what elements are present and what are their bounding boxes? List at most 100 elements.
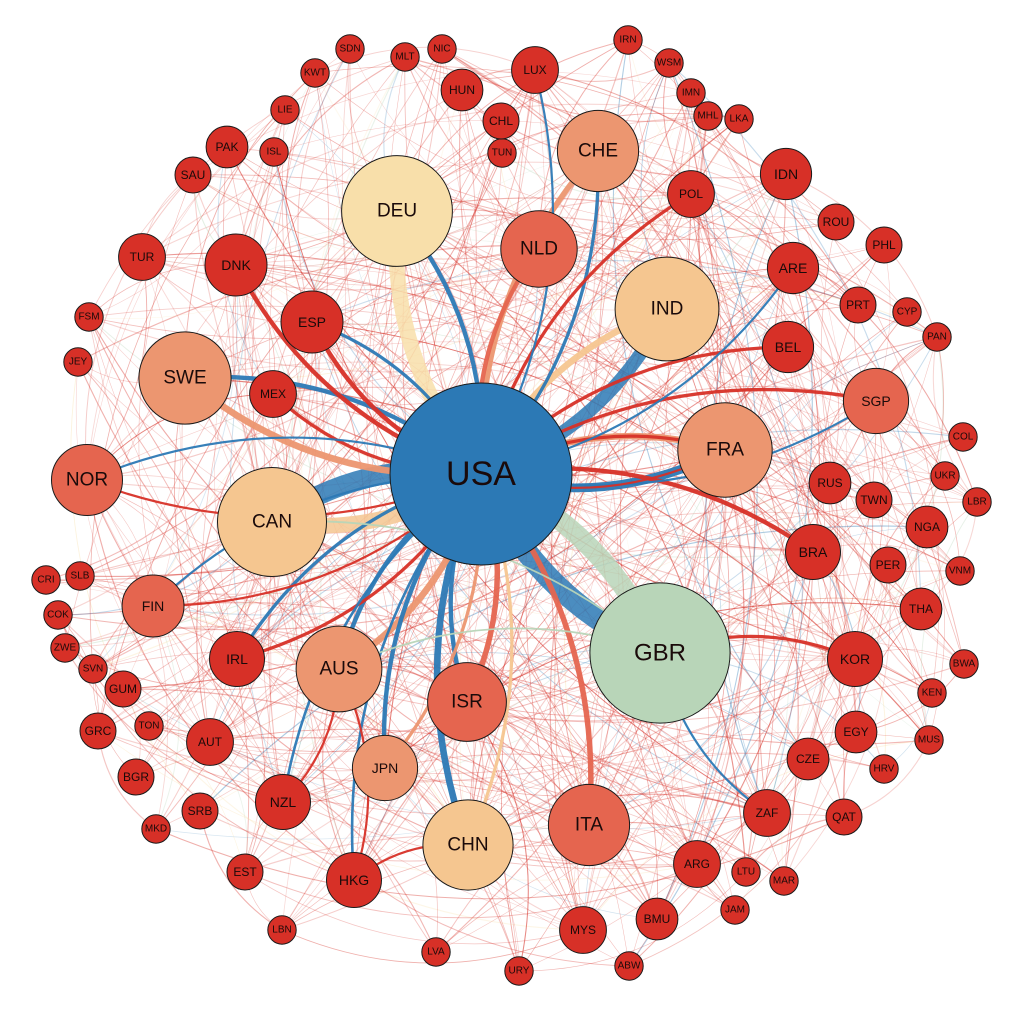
node-circle[interactable] <box>945 556 975 586</box>
node-circle[interactable] <box>556 109 640 193</box>
node-circle[interactable] <box>427 34 457 64</box>
node-circle[interactable] <box>559 906 607 954</box>
node-circle[interactable] <box>341 155 453 267</box>
node-mkd[interactable]: MKD <box>141 814 171 844</box>
node-circle[interactable] <box>676 78 706 108</box>
node-circle[interactable] <box>186 718 234 766</box>
node-circle[interactable] <box>825 798 863 836</box>
node-circle[interactable] <box>677 402 773 498</box>
node-mus[interactable]: MUS <box>914 725 944 755</box>
node-chn[interactable]: CHN <box>422 799 514 891</box>
node-tun[interactable]: TUN <box>487 138 517 168</box>
node-nor[interactable]: NOR <box>51 444 123 516</box>
node-cok[interactable]: COK <box>43 600 73 630</box>
node-pan[interactable]: PAN <box>922 322 952 352</box>
node-zwe[interactable]: ZWE <box>50 633 80 663</box>
node-circle[interactable] <box>785 524 841 580</box>
node-circle[interactable] <box>922 322 952 352</box>
node-circle[interactable] <box>673 840 721 888</box>
node-circle[interactable] <box>174 156 212 194</box>
node-rou[interactable]: ROU <box>817 203 855 241</box>
node-circle[interactable] <box>280 290 344 354</box>
node-esp[interactable]: ESP <box>280 290 344 354</box>
node-lva[interactable]: LVA <box>421 937 451 967</box>
node-lka[interactable]: LKA <box>724 104 754 134</box>
node-circle[interactable] <box>500 210 578 288</box>
node-circle[interactable] <box>865 226 903 264</box>
node-chl[interactable]: CHL <box>482 102 520 140</box>
node-circle[interactable] <box>104 670 142 708</box>
node-est[interactable]: EST <box>226 853 264 891</box>
node-circle[interactable] <box>421 937 451 967</box>
node-bmu[interactable]: BMU <box>635 897 679 941</box>
node-tur[interactable]: TUR <box>118 233 166 281</box>
node-circle[interactable] <box>31 565 61 595</box>
node-circle[interactable] <box>720 895 750 925</box>
node-circle[interactable] <box>117 758 155 796</box>
node-imn[interactable]: IMN <box>676 78 706 108</box>
node-bwa[interactable]: BWA <box>949 649 979 679</box>
node-sau[interactable]: SAU <box>174 156 212 194</box>
node-circle[interactable] <box>613 25 643 55</box>
node-tha[interactable]: THA <box>899 587 943 631</box>
node-swe[interactable]: SWE <box>138 331 232 425</box>
node-lbr[interactable]: LBR <box>962 487 992 517</box>
node-bra[interactable]: BRA <box>785 524 841 580</box>
node-circle[interactable] <box>78 654 108 684</box>
node-circle[interactable] <box>808 461 852 505</box>
node-fra[interactable]: FRA <box>677 402 773 498</box>
node-circle[interactable] <box>63 347 93 377</box>
node-idn[interactable]: IDN <box>759 147 813 201</box>
node-circle[interactable] <box>905 505 949 549</box>
node-svn[interactable]: SVN <box>78 654 108 684</box>
node-circle[interactable] <box>482 102 520 140</box>
node-circle[interactable] <box>892 297 922 327</box>
node-lbn[interactable]: LBN <box>267 915 297 945</box>
node-zaf[interactable]: ZAF <box>743 789 791 837</box>
node-vnm[interactable]: VNM <box>945 556 975 586</box>
node-circle[interactable] <box>141 814 171 844</box>
node-hrv[interactable]: HRV <box>869 754 899 784</box>
node-sgp[interactable]: SGP <box>842 367 910 435</box>
node-isl[interactable]: ISL <box>259 137 289 167</box>
node-circle[interactable] <box>817 203 855 241</box>
node-circle[interactable] <box>743 789 791 837</box>
node-fsm[interactable]: FSM <box>74 302 104 332</box>
node-twn[interactable]: TWN <box>855 481 893 519</box>
node-circle[interactable] <box>731 857 761 887</box>
node-circle[interactable] <box>948 422 978 452</box>
node-circle[interactable] <box>440 68 484 112</box>
node-circle[interactable] <box>914 725 944 755</box>
node-sdn[interactable]: SDN <box>335 34 365 64</box>
node-usa[interactable]: USA <box>389 382 573 566</box>
node-circle[interactable] <box>270 95 300 125</box>
node-kor[interactable]: KOR <box>827 631 883 687</box>
node-per[interactable]: PER <box>869 546 907 584</box>
node-gbr[interactable]: GBR <box>589 582 731 724</box>
node-circle[interactable] <box>335 34 365 64</box>
node-circle[interactable] <box>842 367 910 435</box>
node-circle[interactable] <box>962 487 992 517</box>
node-circle[interactable] <box>761 320 815 374</box>
node-circle[interactable] <box>389 382 573 566</box>
node-nga[interactable]: NGA <box>905 505 949 549</box>
node-srb[interactable]: SRB <box>181 792 219 830</box>
node-circle[interactable] <box>487 138 517 168</box>
node-circle[interactable] <box>786 737 830 781</box>
node-circle[interactable] <box>766 241 820 295</box>
node-cyp[interactable]: CYP <box>892 297 922 327</box>
node-circle[interactable] <box>427 662 507 742</box>
node-slb[interactable]: SLB <box>65 561 95 591</box>
node-circle[interactable] <box>724 104 754 134</box>
node-circle[interactable] <box>204 233 268 297</box>
node-circle[interactable] <box>390 42 420 72</box>
node-circle[interactable] <box>255 774 311 830</box>
node-circle[interactable] <box>217 467 327 577</box>
node-circle[interactable] <box>614 256 720 362</box>
node-mhl[interactable]: MHL <box>693 101 723 131</box>
node-mys[interactable]: MYS <box>559 906 607 954</box>
node-isr[interactable]: ISR <box>427 662 507 742</box>
node-ind[interactable]: IND <box>614 256 720 362</box>
node-rus[interactable]: RUS <box>808 461 852 505</box>
node-circle[interactable] <box>899 587 943 631</box>
